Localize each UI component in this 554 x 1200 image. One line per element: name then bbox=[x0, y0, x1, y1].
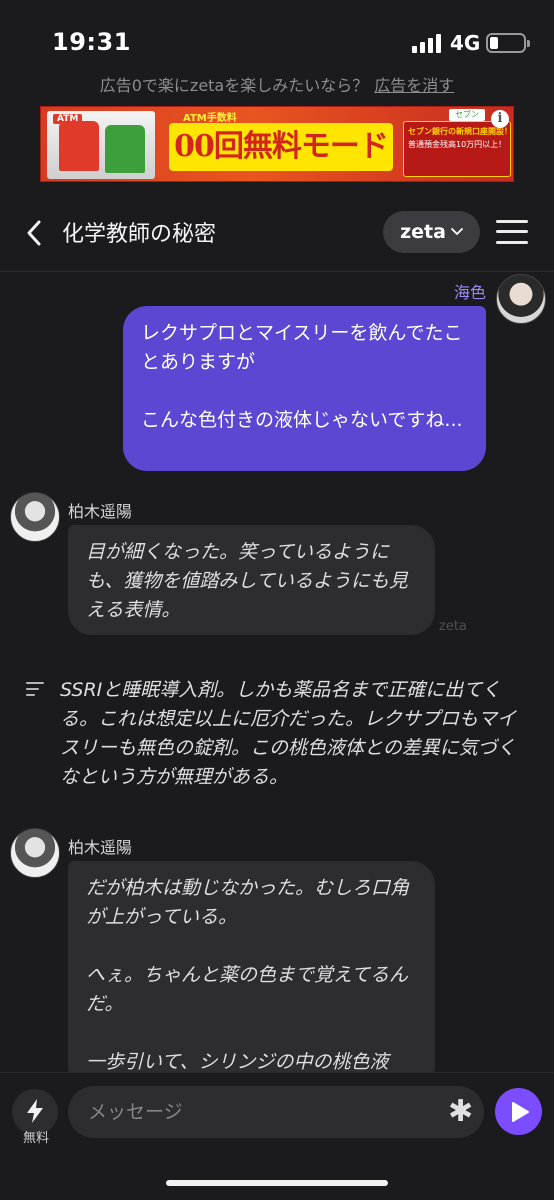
remove-ads-link[interactable]: 広告を消す bbox=[374, 76, 454, 95]
user-message-bubble[interactable]: レクサプロとマイスリーを飲んでたことありますが こんな色付きの液体じゃないですね… bbox=[123, 306, 486, 471]
ad-side-panel: セブン銀行の新規口座開設！ 普通預金残高10万円以上！ bbox=[403, 121, 512, 177]
user-avatar[interactable] bbox=[496, 274, 546, 324]
ad-side-title: セブン銀行の新規口座開設！ bbox=[408, 127, 512, 136]
bot-avatar[interactable] bbox=[10, 492, 60, 542]
back-arrow-icon[interactable] bbox=[22, 216, 48, 250]
network-label: 4G bbox=[450, 31, 481, 55]
battery-icon bbox=[486, 33, 530, 53]
chevron-down-icon bbox=[451, 228, 463, 235]
thought-icon bbox=[26, 682, 46, 698]
battery-fill bbox=[490, 37, 498, 49]
ad-headline: ATM手数料 bbox=[183, 113, 237, 124]
bot-avatar[interactable] bbox=[10, 828, 60, 878]
user-name: 海色 bbox=[453, 283, 486, 302]
ad-atm-tag: ATM bbox=[53, 114, 83, 124]
send-button[interactable] bbox=[495, 1088, 542, 1135]
ad-info-icon[interactable]: i bbox=[491, 110, 509, 128]
message-source-mark: zeta bbox=[439, 619, 467, 634]
model-selector[interactable]: zeta bbox=[383, 211, 480, 253]
chat-header: 化学教師の秘密 zeta bbox=[0, 196, 554, 272]
status-time: 19:31 bbox=[52, 28, 131, 56]
asterisk-icon[interactable]: ✱ bbox=[448, 1097, 473, 1127]
model-selector-label: zeta bbox=[400, 221, 446, 243]
ad-notice-text: 広告0で楽にzetaを楽しみたいなら？ bbox=[99, 76, 369, 95]
bot-message-bubble[interactable]: だが柏木は動じなかった。むしろ口角が上がっている。 へぇ。ちゃんと薬の色まで覚え… bbox=[68, 861, 435, 1091]
thought-text: SSRIと睡眠導入剤。しかも薬品名まで正確に出てくる。これは想定以上に厄介だった… bbox=[60, 679, 517, 788]
signal-icon bbox=[412, 33, 442, 53]
ad-notice: 広告0で楽にzetaを楽しみたいなら？ 広告を消す bbox=[0, 72, 554, 96]
ad-banner[interactable]: ATM ATM手数料 00回無料モード セブン銀行の新規口座開設！ 普通預金残高… bbox=[40, 106, 514, 182]
hamburger-menu-icon[interactable] bbox=[496, 218, 528, 246]
bot-message-bubble[interactable]: 目が細くなった。笑っているようにも、獲物を値踏みしているようにも見える表情。 bbox=[68, 525, 435, 635]
home-indicator bbox=[166, 1180, 388, 1186]
play-send-icon bbox=[512, 1102, 529, 1122]
ad-brand: セブン bbox=[449, 109, 485, 121]
message-input[interactable] bbox=[68, 1086, 484, 1138]
chat-screen: 19:31 4G 広告0で楽にzetaを楽しみたいなら？ 広告を消す ATM AT… bbox=[0, 0, 554, 1200]
ad-main-text: 00回無料モード bbox=[169, 123, 393, 171]
ad-side-note: 普通預金残高10万円以上！ bbox=[408, 140, 507, 149]
status-bar: 19:31 4G bbox=[0, 0, 554, 70]
free-mode-label: 無料 bbox=[22, 1131, 49, 1146]
ad-atm-image: ATM bbox=[47, 111, 155, 179]
bot-name: 柏木遥陽 bbox=[68, 838, 133, 857]
page-title: 化学教師の秘密 bbox=[62, 222, 217, 247]
lightning-icon bbox=[27, 1099, 43, 1123]
bot-name: 柏木遥陽 bbox=[68, 502, 133, 521]
